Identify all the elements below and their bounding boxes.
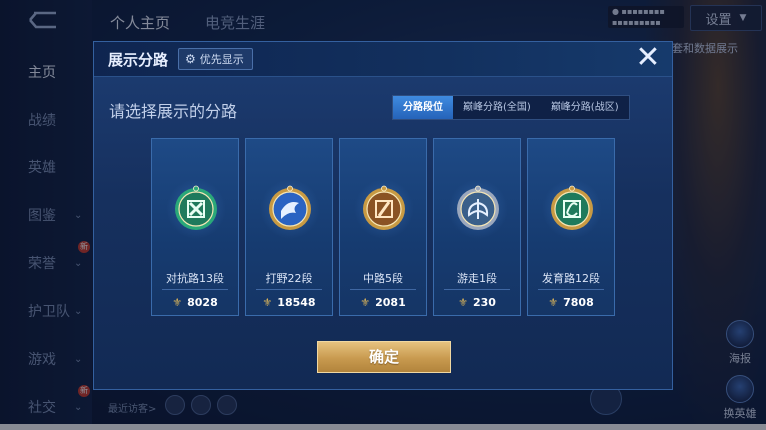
lane-score: ⚜ 2081 xyxy=(340,296,426,309)
lane-rank-label: 对抗路13段 xyxy=(166,272,224,285)
slash-emblem-icon xyxy=(354,179,414,239)
score-icon: ⚜ xyxy=(360,296,371,309)
lane-card[interactable]: 对抗路13段 ⚜ 8028 xyxy=(151,138,239,316)
dialog-subtitle: 请选择展示的分路 xyxy=(109,102,238,121)
tab-peak-national[interactable]: 巅峰分路(全国) xyxy=(453,96,541,119)
lane-rank-label: 发育路12段 xyxy=(542,272,600,285)
divider xyxy=(538,289,604,290)
score-icon: ⚜ xyxy=(458,296,468,309)
lane-type-segmented-control: 分路段位 巅峰分路(全国) 巅峰分路(战区) xyxy=(392,95,630,120)
lane-rank-label: 中路5段 xyxy=(363,272,403,285)
tab-peak-region[interactable]: 巅峰分路(战区) xyxy=(541,96,629,119)
sword-emblem-icon xyxy=(166,179,226,239)
divider xyxy=(256,289,322,290)
lane-score: ⚜ 230 xyxy=(434,296,520,309)
gear-icon: ⚙ xyxy=(185,52,196,66)
score-value: 18548 xyxy=(277,296,316,309)
divider xyxy=(350,289,416,290)
score-value: 2081 xyxy=(375,296,406,309)
divider xyxy=(444,289,510,290)
score-value: 230 xyxy=(472,296,496,309)
score-icon: ⚜ xyxy=(262,296,273,309)
dialog-header: 展示分路 ⚙ 优先显示 ✕ xyxy=(94,42,672,77)
confirm-button[interactable]: 确定 xyxy=(317,341,451,373)
tab-lane-rank[interactable]: 分路段位 xyxy=(393,96,453,119)
dialog-title: 展示分路 xyxy=(108,51,169,69)
score-value: 8028 xyxy=(187,296,218,309)
score-icon: ⚜ xyxy=(548,296,559,309)
priority-display-button[interactable]: ⚙ 优先显示 xyxy=(178,48,253,70)
lane-score: ⚜ 7808 xyxy=(528,296,614,309)
lane-score: ⚜ 18548 xyxy=(246,296,332,309)
lane-card[interactable]: 发育路12段 ⚜ 7808 xyxy=(527,138,615,316)
priority-label: 优先显示 xyxy=(199,53,244,66)
lane-display-dialog: 展示分路 ⚙ 优先显示 ✕ 请选择展示的分路 分路段位 巅峰分路(全国) 巅峰分… xyxy=(93,41,673,390)
score-value: 7808 xyxy=(563,296,594,309)
lane-cards: 对抗路13段 ⚜ 8028 打野22段 ⚜ 18548 中路5段 ⚜ 2081 游走1段 ⚜ 230 发… xyxy=(151,138,615,316)
lane-rank-label: 打野22段 xyxy=(265,272,313,285)
bow-emblem-icon xyxy=(542,179,602,239)
lane-card[interactable]: 打野22段 ⚜ 18548 xyxy=(245,138,333,316)
lane-card[interactable]: 中路5段 ⚜ 2081 xyxy=(339,138,427,316)
score-icon: ⚜ xyxy=(172,296,183,309)
dragon-emblem-icon xyxy=(260,179,320,239)
divider xyxy=(162,289,228,290)
lane-score: ⚜ 8028 xyxy=(152,296,238,309)
lane-card[interactable]: 游走1段 ⚜ 230 xyxy=(433,138,521,316)
close-icon[interactable]: ✕ xyxy=(632,43,664,75)
wing-emblem-icon xyxy=(448,179,508,239)
lane-rank-label: 游走1段 xyxy=(457,272,497,285)
